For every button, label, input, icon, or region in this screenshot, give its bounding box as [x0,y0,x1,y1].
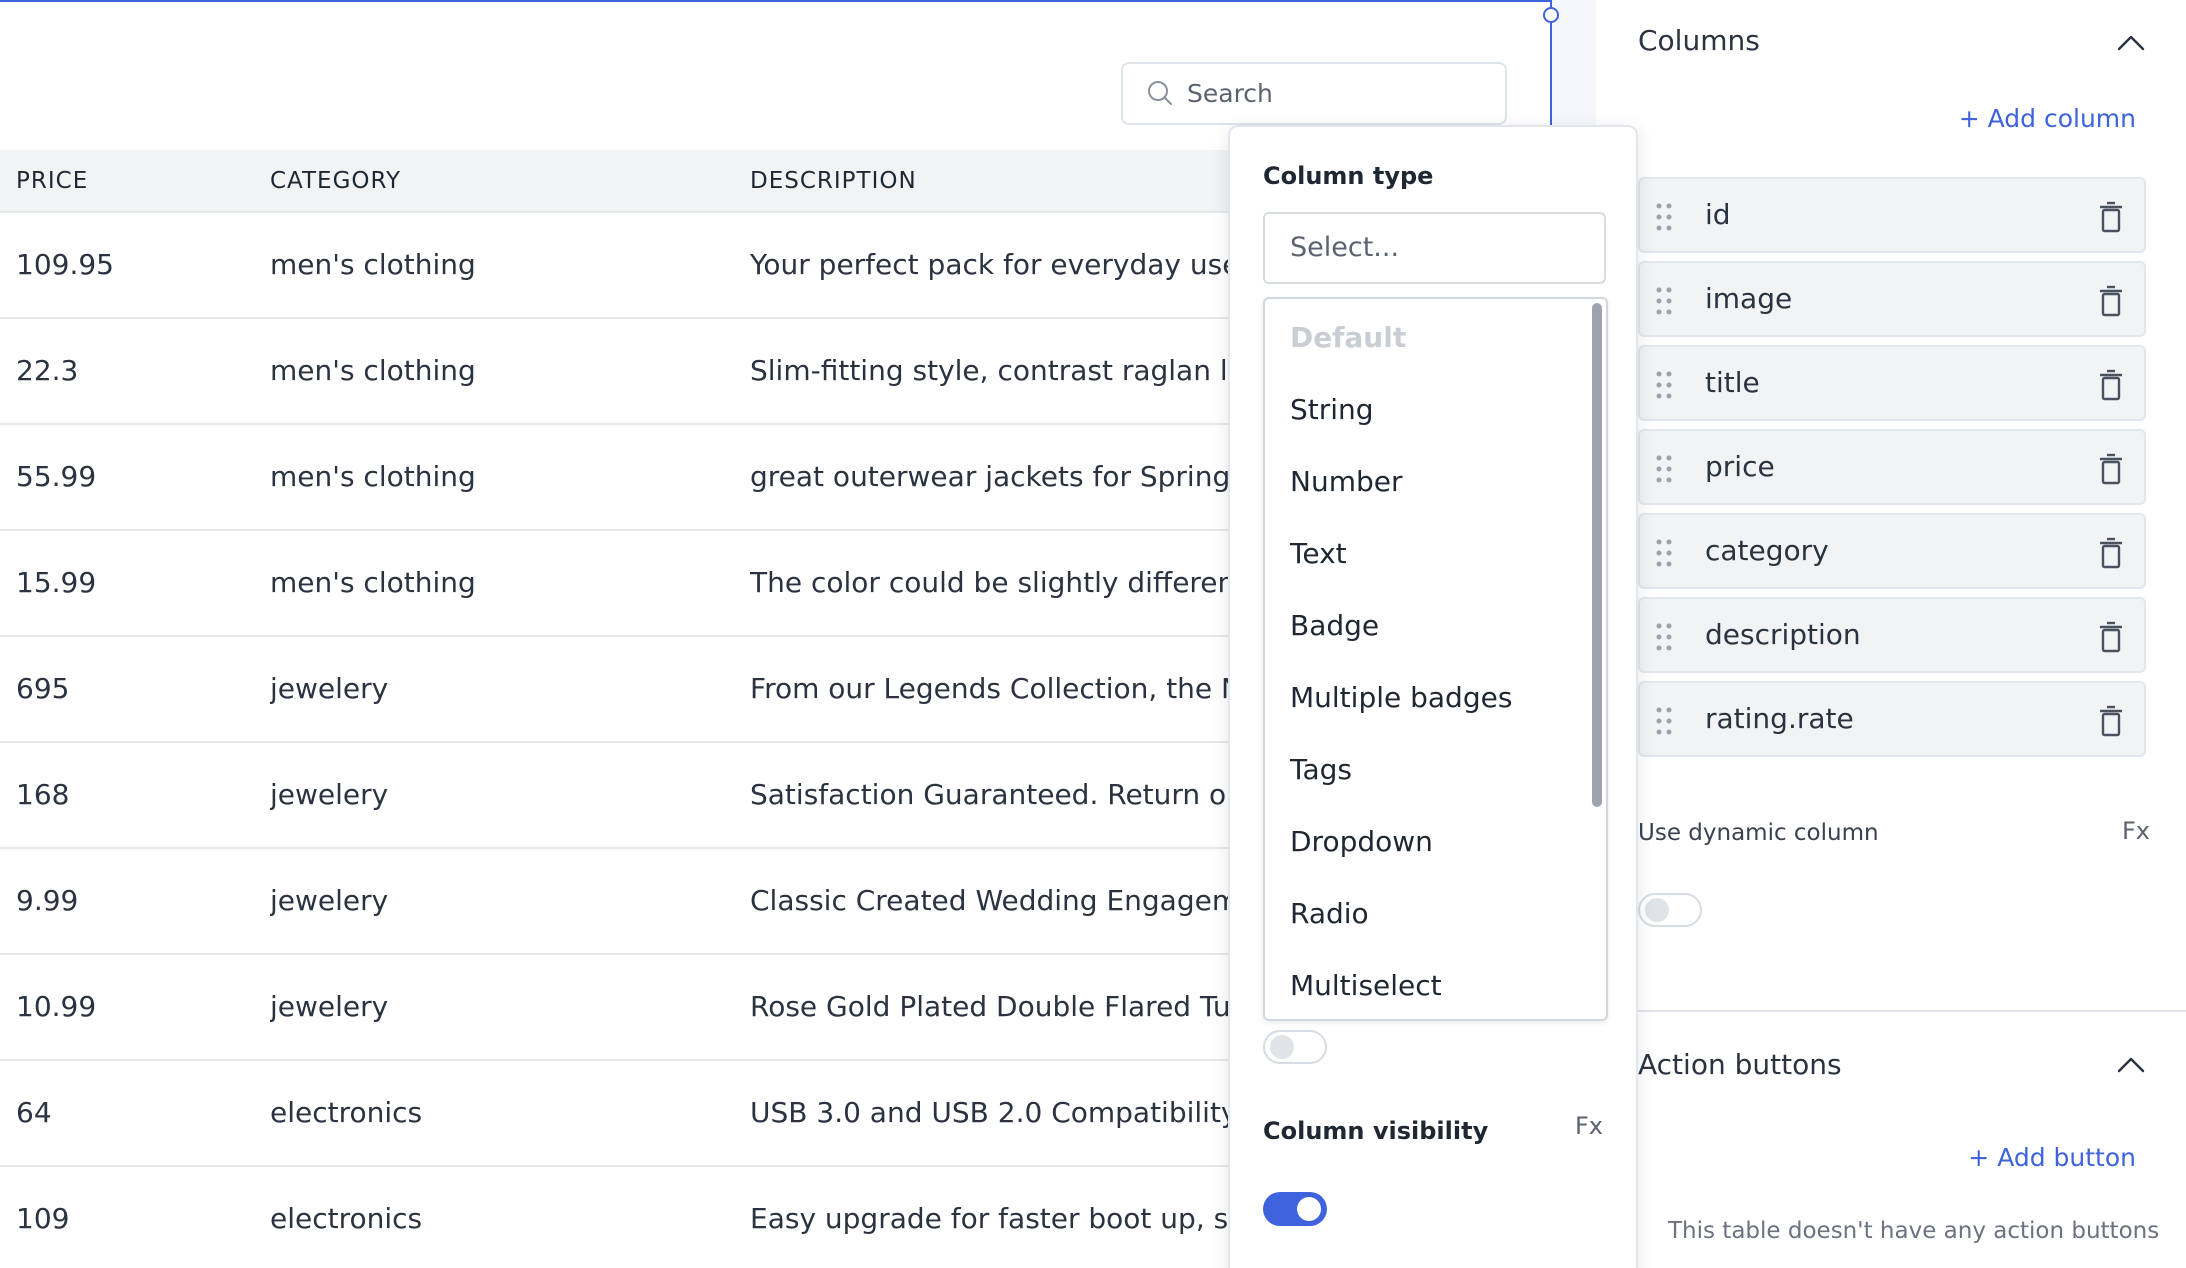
trash-icon[interactable] [2098,537,2124,569]
cell-category: men's clothing [270,460,476,493]
column-item-image[interactable]: image [1638,261,2146,337]
cell-category: electronics [270,1202,423,1235]
drag-handle-icon[interactable] [1656,287,1672,315]
switch-knob [1270,1035,1294,1059]
cell-price: 109 [16,1202,70,1235]
inspector-panel: Columns + Add column id image title pric… [1596,0,2186,1268]
cell-category: electronics [270,1096,423,1129]
column-visibility-switch[interactable] [1263,1192,1327,1226]
option-tags[interactable]: Tags [1290,753,1352,786]
cell-price: 10.99 [16,990,97,1023]
column-item-title[interactable]: title [1638,345,2146,421]
column-visibility-label: Column visibility [1263,1117,1489,1145]
cell-description: Easy upgrade for faster boot up, shutd [750,1202,1230,1235]
options-scrollbar[interactable] [1592,303,1602,807]
cell-category: jewelery [270,884,389,917]
dynamic-column-switch[interactable] [1638,893,1702,927]
column-type-select[interactable]: Select... [1263,212,1606,284]
column-item-description[interactable]: description [1638,597,2146,673]
column-visibility-fx-toggle[interactable]: Fx [1575,1112,1603,1140]
cell-description: Rose Gold Plated Double Flared Tunne [750,990,1230,1023]
section-divider [1638,1010,2186,1012]
drag-handle-icon[interactable] [1656,203,1672,231]
option-badge[interactable]: Badge [1290,609,1379,642]
column-item-category[interactable]: category [1638,513,2146,589]
column-type-label: Column type [1263,162,1434,190]
option-string[interactable]: String [1290,393,1374,426]
cell-price: 15.99 [16,566,97,599]
option-multiselect[interactable]: Multiselect [1290,969,1442,1002]
search-icon [1148,80,1172,105]
widget-resize-handle[interactable] [1543,7,1559,23]
cell-price: 168 [16,778,70,811]
search-input[interactable] [1187,79,1487,108]
cell-category: jewelery [270,778,389,811]
option-dropdown[interactable]: Dropdown [1290,825,1433,858]
cell-description: great outerwear jackets for Spring/Autu [750,460,1230,493]
column-type-popover: Column type Select... Default String Num… [1228,125,1638,1268]
chevron-up-icon[interactable] [2116,1050,2146,1080]
cell-category: jewelery [270,672,389,705]
trash-icon[interactable] [2098,621,2124,653]
cell-description: Satisfaction Guaranteed. Return or exc [750,778,1230,811]
cell-price: 9.99 [16,884,79,917]
cell-price: 55.99 [16,460,97,493]
option-multiple-badges[interactable]: Multiple badges [1290,681,1512,714]
drag-handle-icon[interactable] [1656,455,1672,483]
dynamic-column-fx-toggle[interactable]: Fx [2122,817,2150,845]
column-name: description [1705,618,1861,651]
column-item-id[interactable]: id [1638,177,2146,253]
drag-handle-icon[interactable] [1656,371,1672,399]
cell-category: men's clothing [270,566,476,599]
cell-description: From our Legends Collection, the Naga [750,672,1230,705]
search-box[interactable] [1121,62,1507,125]
drag-handle-icon[interactable] [1656,539,1672,567]
trash-icon[interactable] [2098,285,2124,317]
chevron-up-icon[interactable] [2116,28,2146,58]
trash-icon[interactable] [2098,201,2124,233]
action-buttons-section-title: Action buttons [1638,1048,1842,1081]
column-name: rating.rate [1705,702,1854,735]
column-type-options: Default String Number Text Badge Multipl… [1263,297,1608,1021]
drag-handle-icon[interactable] [1656,623,1672,651]
columns-section-title: Columns [1638,24,1760,57]
option-radio[interactable]: Radio [1290,897,1369,930]
header-description[interactable]: DESCRIPTION [750,150,917,213]
switch-knob [1297,1197,1321,1221]
cell-description: Classic Created Wedding Engagement [750,884,1230,917]
header-price[interactable]: PRICE [16,150,88,213]
cell-category: men's clothing [270,354,476,387]
cell-description: Your perfect pack for everyday use and [750,248,1230,281]
dynamic-column-label: Use dynamic column [1638,820,1879,846]
column-name: category [1705,534,1829,567]
option-default: Default [1290,321,1407,354]
no-actions-message: This table doesn't have any action butto… [1668,1218,2160,1244]
cell-description: The color could be slightly different be [750,566,1230,599]
drag-handle-icon[interactable] [1656,707,1672,735]
option-text[interactable]: Text [1290,537,1347,570]
column-name: title [1705,366,1760,399]
add-column-button[interactable]: + Add column [1959,104,2136,133]
cell-price: 695 [16,672,70,705]
cell-price: 64 [16,1096,52,1129]
column-name: price [1705,450,1775,483]
cell-description: USB 3.0 and USB 2.0 Compatibility Fas [750,1096,1230,1129]
cell-category: men's clothing [270,248,476,281]
cell-price: 109.95 [16,248,114,281]
column-item-rating-rate[interactable]: rating.rate [1638,681,2146,757]
cell-price: 22.3 [16,354,79,387]
switch-knob [1645,898,1669,922]
column-item-price[interactable]: price [1638,429,2146,505]
cell-description: Slim-fitting style, contrast raglan long… [750,354,1230,387]
trash-icon[interactable] [2098,705,2124,737]
column-name: id [1705,198,1731,231]
cell-category: jewelery [270,990,389,1023]
trash-icon[interactable] [2098,369,2124,401]
column-option-switch[interactable] [1263,1030,1327,1064]
add-button-link[interactable]: + Add button [1968,1143,2136,1172]
column-name: image [1705,282,1793,315]
trash-icon[interactable] [2098,453,2124,485]
header-category[interactable]: CATEGORY [270,150,401,213]
option-number[interactable]: Number [1290,465,1402,498]
